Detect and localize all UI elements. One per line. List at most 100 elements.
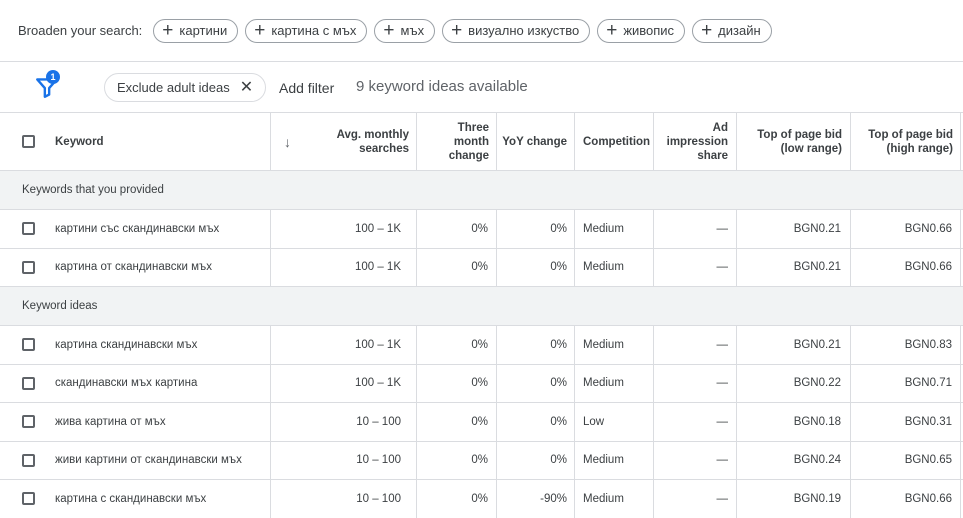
- three-month-cell: 0%: [471, 492, 488, 505]
- keyword-cell: картина от скандинавски мъх: [55, 261, 212, 274]
- yoy-cell: 0%: [550, 415, 567, 428]
- header-ad-impression[interactable]: Ad impression share: [657, 113, 728, 170]
- broaden-chip[interactable]: + дизайн: [692, 18, 772, 43]
- table-header: Keyword ↓ Avg. monthly searches Three mo…: [0, 113, 963, 171]
- row-checkbox-cell[interactable]: [22, 249, 38, 287]
- three-month-cell: 0%: [471, 338, 488, 351]
- ad-impression-cell: —: [716, 492, 729, 505]
- bid-low-cell: BGN0.22: [793, 377, 841, 390]
- close-icon[interactable]: ✕: [240, 79, 253, 96]
- header-three-month[interactable]: Three month change: [420, 113, 489, 170]
- plus-icon: +: [701, 20, 713, 41]
- header-keyword[interactable]: Keyword: [55, 113, 265, 170]
- bid-high-cell: BGN0.71: [904, 377, 952, 390]
- broaden-chip[interactable]: + мъх: [374, 18, 436, 43]
- yoy-cell: 0%: [550, 222, 567, 235]
- ad-impression-cell: —: [716, 261, 729, 274]
- bid-high-cell: BGN0.31: [904, 415, 952, 428]
- exclude-adult-chip[interactable]: Exclude adult ideas ✕: [104, 73, 267, 102]
- avg-monthly-cell: 100 – 1K: [354, 338, 401, 351]
- bid-high-cell: BGN0.83: [904, 338, 952, 351]
- avg-monthly-cell: 100 – 1K: [354, 377, 401, 390]
- keyword-cell: картина скандинавски мъх: [55, 338, 198, 351]
- bid-high-cell: BGN0.66: [904, 222, 952, 235]
- keyword-cell: живи картини от скандинавски мъх: [55, 454, 242, 467]
- yoy-cell: 0%: [550, 377, 567, 390]
- competition-cell: Medium: [583, 492, 624, 505]
- bid-high-cell: BGN0.66: [904, 492, 952, 505]
- group-header: Keyword ideas: [0, 287, 963, 326]
- row-checkbox-cell[interactable]: [22, 403, 38, 441]
- yoy-cell: 0%: [550, 261, 567, 274]
- yoy-cell: 0%: [550, 454, 567, 467]
- filter-bar: 1 Exclude adult ideas ✕ Add filter 9 key…: [0, 62, 963, 113]
- row-checkbox-cell[interactable]: [22, 480, 38, 518]
- bid-low-cell: BGN0.18: [793, 415, 841, 428]
- bid-low-cell: BGN0.21: [793, 222, 841, 235]
- bid-low-cell: BGN0.19: [793, 492, 841, 505]
- table-row[interactable]: картини със скандинавски мъх 100 – 1K 0% 0%…: [0, 210, 963, 249]
- header-competition[interactable]: Competition: [583, 113, 651, 170]
- plus-icon: +: [162, 20, 174, 41]
- ad-impression-cell: —: [716, 454, 729, 467]
- table-row[interactable]: картина с скандинавски мъх 10 – 100 0% -90%…: [0, 480, 963, 518]
- row-checkbox[interactable]: [22, 415, 35, 429]
- row-checkbox[interactable]: [22, 492, 35, 506]
- row-checkbox[interactable]: [22, 453, 35, 467]
- competition-cell: Medium: [583, 261, 624, 274]
- keyword-cell: скандинавски мъх картина: [55, 377, 198, 390]
- table-row[interactable]: жива картина от мъх 10 – 100 0% 0% Low — BGN0.…: [0, 403, 963, 442]
- ad-impression-cell: —: [716, 338, 729, 351]
- bid-low-cell: BGN0.24: [793, 454, 841, 467]
- table-row[interactable]: живи картини от скандинавски мъх 10 – 100…: [0, 441, 963, 480]
- bid-low-cell: BGN0.21: [793, 261, 841, 274]
- table-row[interactable]: скандинавски мъх картина 100 – 1K 0% 0% Medi…: [0, 364, 963, 403]
- table-row[interactable]: картина скандинавски мъх 100 – 1K 0% 0% Medi…: [0, 326, 963, 365]
- table-body: Keywords that you provided картини със ск…: [0, 171, 963, 518]
- row-checkbox[interactable]: [22, 222, 35, 236]
- row-checkbox[interactable]: [22, 376, 35, 390]
- header-yoy[interactable]: YoY change: [500, 113, 567, 170]
- row-checkbox-cell[interactable]: [22, 365, 38, 403]
- avg-monthly-cell: 10 – 100: [356, 415, 401, 428]
- yoy-cell: 0%: [550, 338, 567, 351]
- competition-cell: Medium: [583, 454, 624, 467]
- header-avg-monthly[interactable]: Avg. monthly searches: [316, 113, 409, 170]
- sort-down-icon[interactable]: ↓: [284, 113, 304, 170]
- keyword-table: Keyword ↓ Avg. monthly searches Three mo…: [0, 113, 963, 518]
- three-month-cell: 0%: [471, 261, 488, 274]
- three-month-cell: 0%: [471, 415, 488, 428]
- bid-high-cell: BGN0.66: [904, 261, 952, 274]
- row-checkbox[interactable]: [22, 260, 35, 274]
- broaden-chip[interactable]: + картини: [153, 18, 239, 43]
- keyword-ideas-count: 9 keyword ideas available: [356, 78, 528, 95]
- three-month-cell: 0%: [471, 377, 488, 390]
- row-checkbox[interactable]: [22, 338, 35, 352]
- row-checkbox-cell[interactable]: [22, 326, 38, 364]
- avg-monthly-cell: 10 – 100: [356, 454, 401, 467]
- header-bid-high[interactable]: Top of page bid (high range): [854, 113, 953, 170]
- plus-icon: +: [254, 20, 266, 41]
- yoy-cell: -90%: [540, 492, 567, 505]
- header-bid-low[interactable]: Top of page bid (low range): [740, 113, 842, 170]
- plus-icon: +: [383, 20, 395, 41]
- plus-icon: +: [606, 20, 618, 41]
- select-all-checkbox-cell[interactable]: [22, 113, 38, 170]
- broaden-search-bar: Broaden your search: + картини + картина с…: [0, 0, 963, 62]
- avg-monthly-cell: 100 – 1K: [354, 261, 401, 274]
- broaden-chip[interactable]: + живопис: [597, 18, 686, 43]
- ad-impression-cell: —: [716, 222, 729, 235]
- ad-impression-cell: —: [716, 415, 729, 428]
- bid-low-cell: BGN0.21: [793, 338, 841, 351]
- avg-monthly-cell: 100 – 1K: [354, 222, 401, 235]
- select-all-checkbox[interactable]: [22, 135, 35, 148]
- row-checkbox-cell[interactable]: [22, 442, 38, 480]
- competition-cell: Low: [583, 415, 605, 428]
- broaden-chip[interactable]: + визуално изкуство: [442, 18, 591, 43]
- broaden-chip[interactable]: + картина с мъх: [245, 18, 368, 43]
- table-row[interactable]: картина от скандинавски мъх 100 – 1K 0% 0% M…: [0, 248, 963, 287]
- add-filter-button[interactable]: Add filter: [279, 80, 334, 96]
- row-checkbox-cell[interactable]: [22, 210, 38, 248]
- competition-cell: Medium: [583, 222, 624, 235]
- three-month-cell: 0%: [471, 222, 488, 235]
